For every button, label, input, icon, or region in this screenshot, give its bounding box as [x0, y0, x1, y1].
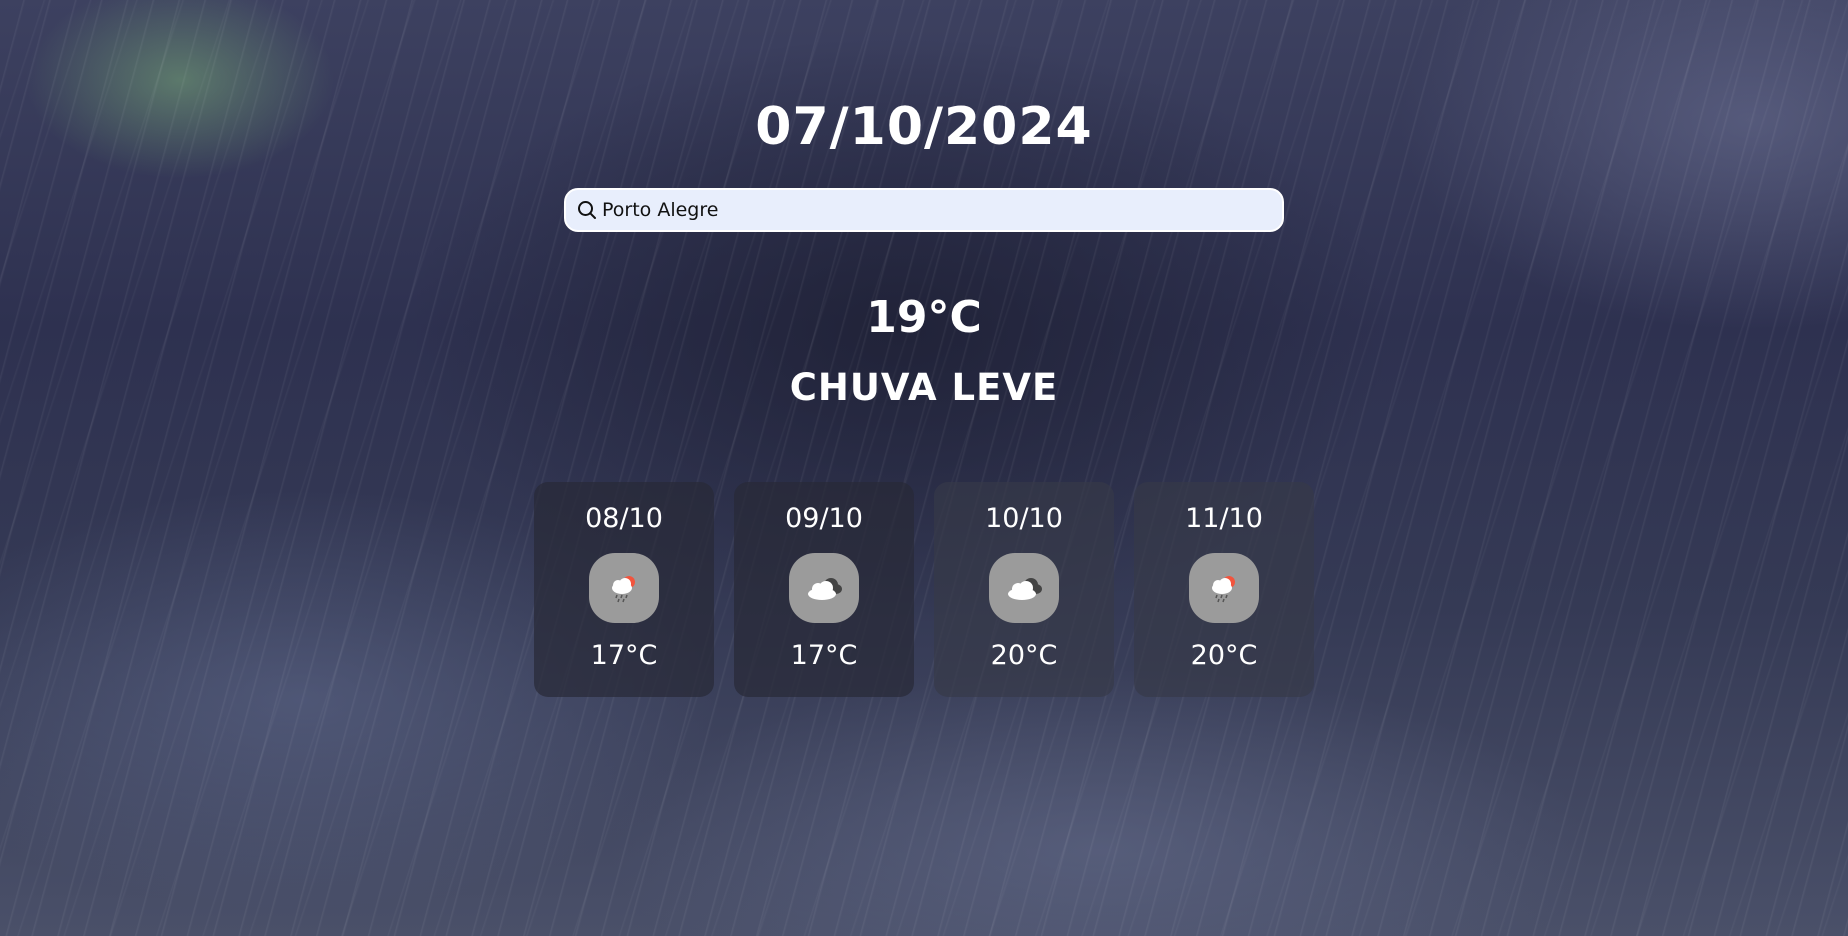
forecast-date: 08/10: [585, 503, 663, 534]
forecast-date: 10/10: [985, 503, 1063, 534]
forecast-card: 09/10 17°C: [734, 482, 914, 697]
forecast-temperature: 17°C: [790, 640, 858, 671]
cloudy-icon: [989, 553, 1059, 623]
weather-app: 07/10/2024 19°C CHUVA LEVE 08/10: [0, 0, 1848, 936]
current-condition: CHUVA LEVE: [789, 366, 1059, 409]
search-bar[interactable]: [564, 188, 1284, 232]
forecast-temperature: 17°C: [590, 640, 658, 671]
current-temperature: 19°C: [866, 292, 982, 343]
search-icon[interactable]: [576, 199, 598, 221]
forecast-card: 08/10 17°C: [534, 482, 714, 697]
current-date: 07/10/2024: [755, 97, 1093, 157]
forecast-date: 11/10: [1185, 503, 1263, 534]
forecast-date: 09/10: [785, 503, 863, 534]
sun-cloud-rain-icon: [1189, 553, 1259, 623]
sun-cloud-rain-icon: [589, 553, 659, 623]
forecast-list: 08/10 17°C 09/10 17°C 10/10 20°C 11/10 2…: [534, 482, 1314, 697]
forecast-card: 11/10 20°C: [1134, 482, 1314, 697]
forecast-card: 10/10 20°C: [934, 482, 1114, 697]
cloudy-icon: [789, 553, 859, 623]
forecast-temperature: 20°C: [990, 640, 1058, 671]
city-search-input[interactable]: [602, 192, 1262, 228]
forecast-temperature: 20°C: [1190, 640, 1258, 671]
